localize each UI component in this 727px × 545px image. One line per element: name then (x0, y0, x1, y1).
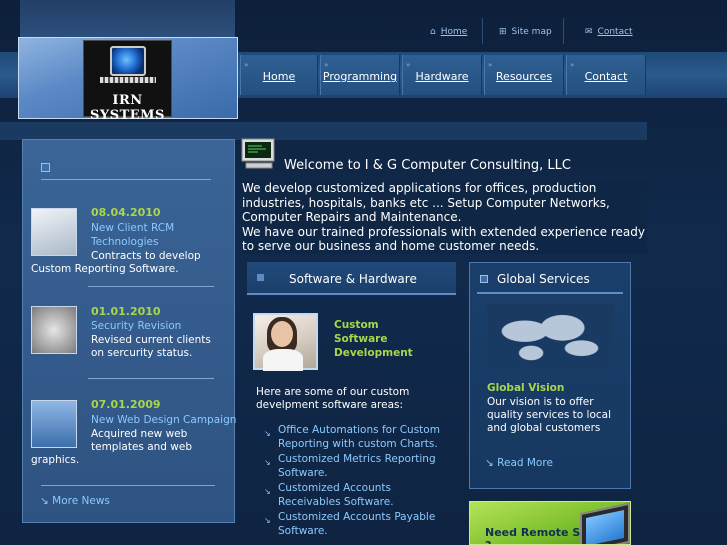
section-title: Global Vision (487, 382, 565, 394)
util-separator (563, 18, 564, 44)
nav-label: Resources (495, 70, 553, 83)
arrow-icon: ↘ (40, 495, 49, 507)
laptop-screen (586, 509, 624, 544)
software-list-item[interactable]: ↘ Customized Accounts Payable Software. (264, 510, 448, 538)
news-header-icon (41, 163, 50, 172)
software-item-label: Customized Accounts Payable Software. (278, 511, 436, 537)
software-item-label: Customized Accounts Receivables Software… (278, 482, 394, 508)
news-body: templates and web (91, 441, 193, 453)
news-date: 08.04.2010 (91, 206, 161, 219)
software-item-label: Office Automations for Custom Reporting … (278, 424, 440, 450)
software-list-item[interactable]: ↘ Customized Accounts Receivables Softwa… (264, 481, 448, 509)
nav-label: Programming (322, 70, 398, 83)
globe-icon (110, 46, 146, 76)
news-date: 01.01.2010 (91, 305, 161, 318)
arrow-icon: ↘ (485, 457, 494, 469)
news-title-link[interactable]: Security Revision (91, 319, 181, 333)
nav-arrow-icon: » (488, 61, 493, 69)
sub-band (0, 122, 647, 140)
nav-hardware[interactable]: » Hardware (402, 55, 482, 95)
top-link-sitemap[interactable]: ⊞ Site map (499, 27, 552, 37)
news-body: on sercurity status. (91, 347, 193, 359)
nav-contact[interactable]: » Contact (566, 55, 646, 95)
read-more-label: Read More (497, 457, 553, 469)
welcome-paragraph: We have our trained professionals with e… (242, 224, 645, 254)
global-services-panel (469, 262, 631, 489)
logo[interactable]: IRN SYSTEMS (83, 40, 172, 123)
news-body: Acquired new web (91, 428, 188, 440)
nav-arrow-icon: » (244, 61, 249, 69)
nav-arrow-icon: » (406, 61, 411, 69)
photo-body (263, 349, 303, 371)
arrow-icon: ↘ (264, 487, 271, 496)
nav-home[interactable]: » Home (240, 55, 318, 95)
section-title: Custom Software Development (334, 319, 413, 359)
news-thumbnail[interactable] (31, 306, 77, 354)
bullet-icon (480, 275, 488, 283)
home-icon: ⌂ (430, 27, 436, 37)
software-list-item[interactable]: ↘ Office Automations for Custom Reportin… (264, 423, 448, 451)
nav-label: Hardware (415, 70, 469, 83)
nav-arrow-icon: » (570, 61, 575, 69)
divider (88, 286, 214, 287)
divider (88, 378, 214, 379)
page-title: Welcome to I & G Computer Consulting, LL… (284, 158, 571, 173)
software-item-label: Customized Metrics Reporting Software. (278, 453, 436, 479)
arrow-icon: ↘ (264, 516, 271, 525)
news-body: Revised current clients (91, 334, 211, 346)
section-heading: Software & Hardware (289, 272, 417, 286)
section-heading: Global Services (497, 272, 590, 286)
contact-icon: ✉ (585, 27, 593, 37)
section-intro: Here are some of our custom develpment s… (256, 386, 410, 411)
read-more-link[interactable]: ↘ Read More (485, 457, 553, 469)
team-photo (253, 313, 318, 371)
nav-arrow-icon: » (324, 61, 329, 69)
top-link-label: Contact (597, 27, 633, 37)
divider (41, 179, 211, 180)
news-title-link[interactable]: New Client RCM Technologies (91, 221, 211, 249)
welcome-text: We develop customized applications for o… (242, 181, 647, 254)
photo-face (271, 321, 293, 347)
more-news-link[interactable]: ↘ More News (40, 495, 110, 507)
news-body: Custom Reporting Software. (31, 263, 179, 275)
arrow-icon: ↘ (264, 458, 271, 467)
section-text: Our vision is to offer quality services … (487, 396, 612, 434)
bullet-icon (257, 274, 264, 281)
arrow-icon: ↘ (264, 429, 271, 438)
news-body: Contracts to develop (91, 250, 201, 262)
news-date: 07.01.2009 (91, 398, 161, 411)
news-thumbnail[interactable] (31, 208, 77, 256)
divider (477, 292, 623, 294)
nav-resources[interactable]: » Resources (484, 55, 564, 95)
more-news-label: More News (52, 495, 110, 507)
software-section-header: Software & Hardware (247, 262, 456, 295)
top-link-label: Home (440, 27, 468, 37)
nav-programming[interactable]: » Programming (320, 55, 400, 95)
keyboard-icon (100, 77, 156, 83)
divider (41, 485, 215, 486)
news-thumbnail[interactable] (31, 400, 77, 448)
welcome-paragraph: We develop customized applications for o… (242, 181, 610, 225)
computer-icon (241, 138, 275, 169)
news-title-link[interactable]: New Web Design Campaign (91, 413, 236, 427)
nav-label: Home (262, 70, 296, 83)
nav-label: Contact (584, 70, 628, 83)
top-link-label: Site map (511, 27, 552, 37)
util-separator (482, 18, 483, 44)
world-map-image (487, 304, 613, 372)
sitemap-icon: ⊞ (499, 27, 507, 37)
laptop-icon (580, 502, 630, 544)
top-link-home[interactable]: ⌂ Home (430, 27, 467, 37)
logo-text: IRN SYSTEMS (90, 93, 165, 123)
software-list-item[interactable]: ↘ Customized Metrics Reporting Software. (264, 452, 448, 480)
remote-services-banner[interactable]: Need Remote Services ? (469, 501, 631, 545)
news-body: graphics. (31, 454, 80, 466)
top-link-contact[interactable]: ✉ Contact (585, 27, 633, 37)
left-column-top (20, 0, 235, 37)
